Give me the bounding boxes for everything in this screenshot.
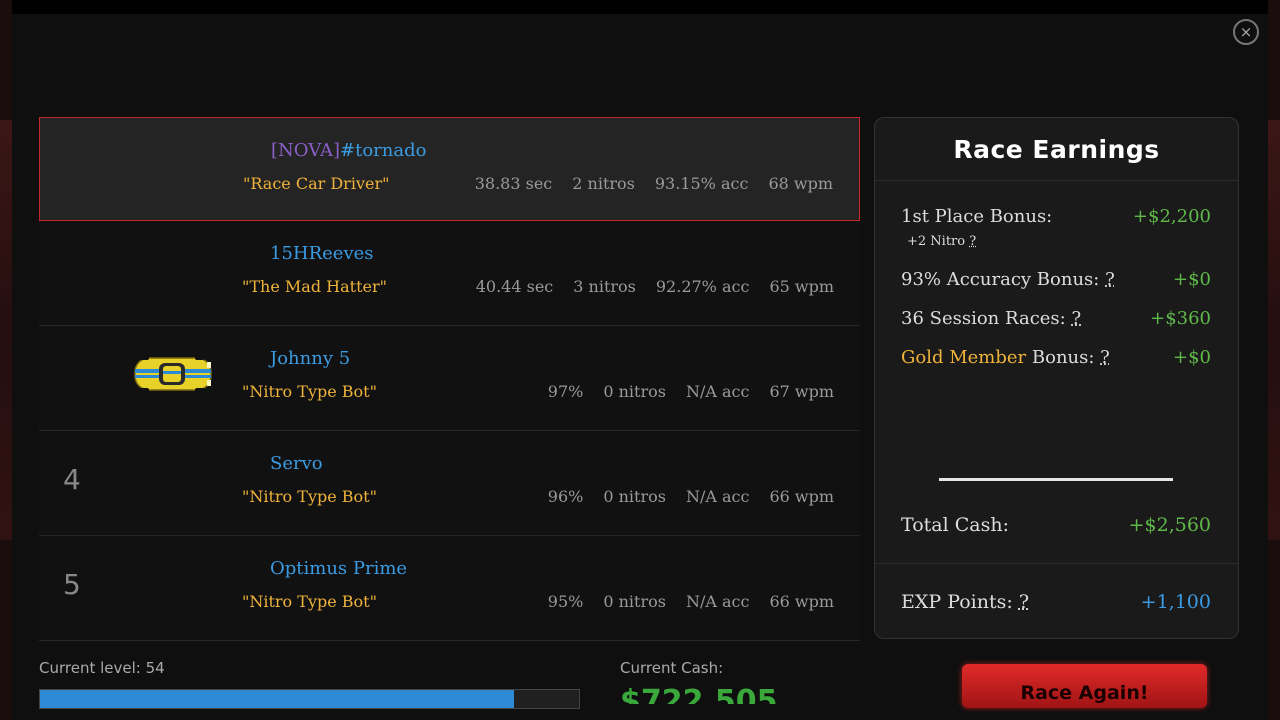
racer-name[interactable]: Optimus Prime xyxy=(270,558,407,579)
racer-name[interactable]: [NOVA]#tornado xyxy=(271,140,426,161)
accuracy-help-link[interactable]: ? xyxy=(1105,269,1115,290)
gold-bonus-value: +$0 xyxy=(1173,347,1211,368)
racer-name-text: #tornado xyxy=(340,140,427,161)
earnings-title: Race Earnings xyxy=(875,118,1238,181)
speed: 67 wpm xyxy=(769,382,834,401)
accuracy-bonus-label: 93% Accuracy Bonus: xyxy=(901,269,1100,290)
accuracy: 92.27% acc xyxy=(655,277,750,296)
racer-stats: 97% 0 nitros N/A acc 67 wpm xyxy=(548,382,834,401)
speed: 66 wpm xyxy=(769,592,834,611)
session-races-value: +$360 xyxy=(1150,308,1211,329)
race-progress: 96% xyxy=(547,487,584,506)
level-progress-bar xyxy=(39,689,580,709)
result-row: 4 Servo "Nitro Type Bot" 96% 0 nitros N/… xyxy=(39,431,860,536)
gold-help-link[interactable]: ? xyxy=(1100,347,1110,368)
session-help-link[interactable]: ? xyxy=(1071,308,1081,329)
result-row: 15HReeves "The Mad Hatter" 40.44 sec 3 n… xyxy=(39,221,860,326)
level-progress-fill xyxy=(40,690,515,708)
result-row-me: [NOVA]#tornado "Race Car Driver" 38.83 s… xyxy=(39,117,860,221)
racer-stats: 96% 0 nitros N/A acc 66 wpm xyxy=(548,487,834,506)
nitros-used: 0 nitros xyxy=(603,592,666,611)
race-time: 38.83 sec xyxy=(474,174,553,193)
session-races-bonus: 36 Session Races: ? +$360 xyxy=(901,308,1211,329)
nitro-bonus-text: +2 Nitro xyxy=(907,234,966,249)
racer-name[interactable]: Johnny 5 xyxy=(270,348,350,369)
racer-stats: 95% 0 nitros N/A acc 66 wpm xyxy=(548,592,834,611)
nitro-help-link[interactable]: ? xyxy=(969,234,976,249)
race-time: 40.44 sec xyxy=(475,277,554,296)
racer-name[interactable]: 15HReeves xyxy=(270,243,374,264)
speed: 65 wpm xyxy=(769,277,834,296)
first-place-label: 1st Place Bonus: xyxy=(901,206,1053,227)
race-earnings-panel: Race Earnings 1st Place Bonus: +$2,200 +… xyxy=(874,117,1239,639)
racer-title: "The Mad Hatter" xyxy=(242,277,387,296)
total-cash-label: Total Cash: xyxy=(901,514,1009,536)
total-divider xyxy=(939,478,1173,481)
nitros-used: 2 nitros xyxy=(572,174,635,193)
racer-stats: 38.83 sec 2 nitros 93.15% acc 68 wpm xyxy=(475,174,833,193)
first-place-bonus: 1st Place Bonus: +$2,200 xyxy=(901,206,1211,227)
accuracy: N/A acc xyxy=(685,382,750,401)
current-cash-label: Current Cash: xyxy=(620,659,724,677)
accuracy-bonus: 93% Accuracy Bonus: ? +$0 xyxy=(901,269,1211,290)
nitros-used: 3 nitros xyxy=(573,277,636,296)
accuracy: N/A acc xyxy=(685,592,750,611)
racer-title: "Nitro Type Bot" xyxy=(242,382,377,401)
nitros-used: 0 nitros xyxy=(603,487,666,506)
racer-title: "Race Car Driver" xyxy=(243,174,390,193)
exp-points-value: +1,100 xyxy=(1140,591,1211,613)
position: 5 xyxy=(63,568,81,601)
total-cash: Total Cash: +$2,560 xyxy=(901,514,1211,536)
accuracy: N/A acc xyxy=(685,487,750,506)
speed: 66 wpm xyxy=(769,487,834,506)
race-again-button[interactable]: Race Again! xyxy=(962,664,1207,708)
position: 4 xyxy=(63,463,81,496)
gold-bonus-label: Bonus: xyxy=(1026,347,1095,368)
result-row: 5 Optimus Prime "Nitro Type Bot" 95% 0 n… xyxy=(39,536,860,641)
exp-points: EXP Points: ? +1,100 xyxy=(901,591,1211,613)
exp-help-link[interactable]: ? xyxy=(1019,591,1029,613)
race-progress: 97% xyxy=(547,382,584,401)
background-edge-left xyxy=(0,0,12,720)
nitros-used: 0 nitros xyxy=(603,382,666,401)
result-row: Johnny 5 "Nitro Type Bot" 97% 0 nitros N… xyxy=(39,326,860,431)
racer-title: "Nitro Type Bot" xyxy=(242,592,377,611)
total-cash-value: +$2,560 xyxy=(1128,514,1211,536)
session-races-label: 36 Session Races: xyxy=(901,308,1066,329)
section-separator xyxy=(875,563,1238,564)
accuracy: 93.15% acc xyxy=(654,174,749,193)
gold-member-bonus: Gold Member Bonus: ? +$0 xyxy=(901,347,1211,368)
race-results-list: [NOVA]#tornado "Race Car Driver" 38.83 s… xyxy=(39,117,860,641)
nitro-bonus: +2 Nitro ? xyxy=(907,234,976,249)
yellow-car-icon xyxy=(134,356,212,392)
racer-name[interactable]: Servo xyxy=(270,453,323,474)
racer-title: "Nitro Type Bot" xyxy=(242,487,377,506)
gold-member-link[interactable]: Gold Member xyxy=(901,347,1026,368)
speed: 68 wpm xyxy=(768,174,833,193)
background-edge-right xyxy=(1268,0,1280,720)
exp-points-label: EXP Points: xyxy=(901,591,1013,613)
racer-stats: 40.44 sec 3 nitros 92.27% acc 65 wpm xyxy=(476,277,834,296)
accuracy-bonus-value: +$0 xyxy=(1173,269,1211,290)
team-tag[interactable]: [NOVA] xyxy=(271,140,340,161)
race-progress: 95% xyxy=(547,592,584,611)
current-level-label: Current level: 54 xyxy=(39,659,165,677)
current-cash-value: $722,505 xyxy=(620,684,778,704)
close-button[interactable]: × xyxy=(1233,19,1259,45)
first-place-value: +$2,200 xyxy=(1132,206,1211,227)
